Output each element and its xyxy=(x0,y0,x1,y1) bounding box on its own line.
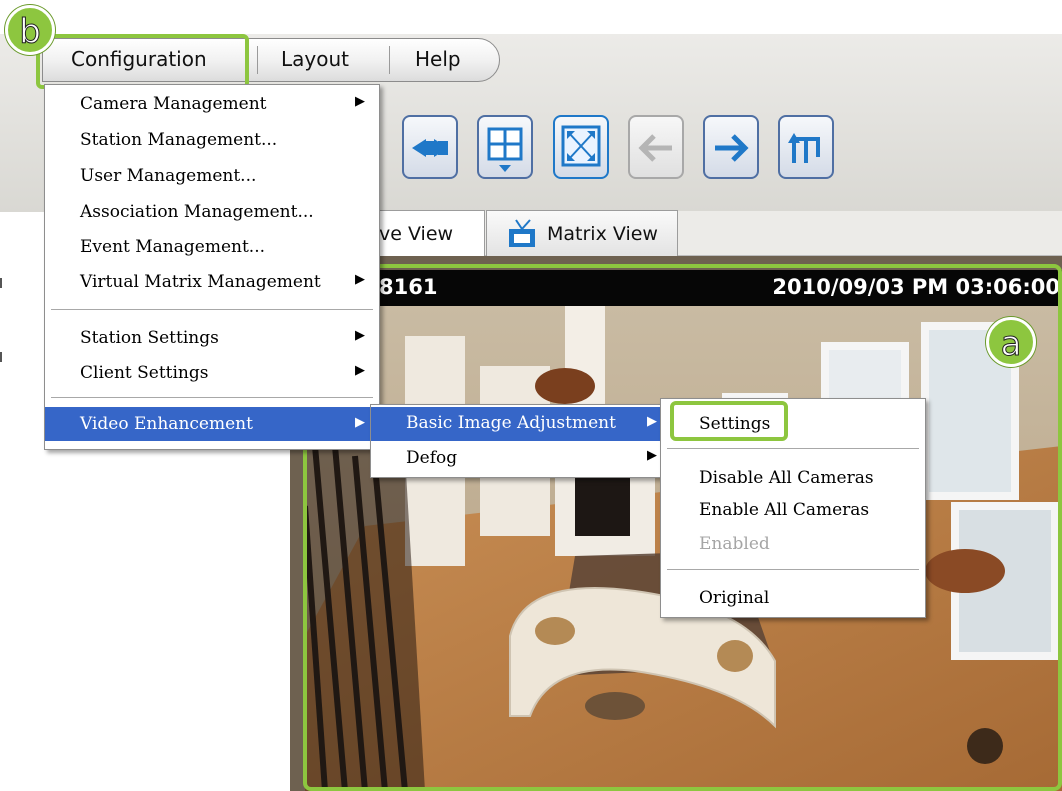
menu-help[interactable]: Help xyxy=(415,47,461,71)
menu-item-settings[interactable]: Settings xyxy=(661,409,925,439)
callout-badge-b: b xyxy=(5,5,55,55)
menu-item-defog[interactable]: Defog ▶ xyxy=(371,443,663,473)
menu-item-basic-image-adjustment[interactable]: Basic Image Adjustment ▶ xyxy=(371,407,663,441)
menu-item-event-management[interactable]: Event Management... xyxy=(45,232,379,262)
menu-item-enable-all-cameras[interactable]: Enable All Cameras xyxy=(661,495,925,525)
menu-item-station-management[interactable]: Station Management... xyxy=(45,125,379,155)
menu-item-user-management[interactable]: User Management... xyxy=(45,161,379,191)
menu-item-virtual-matrix-management[interactable]: Virtual Matrix Management ▶ xyxy=(45,267,379,297)
menubar-separator xyxy=(257,46,258,74)
rotate-button[interactable] xyxy=(778,115,834,179)
back-button[interactable] xyxy=(628,115,684,179)
menu-item-station-settings[interactable]: Station Settings ▶ xyxy=(45,323,379,353)
panel-edge-mark xyxy=(0,352,2,362)
submenu-arrow-icon: ▶ xyxy=(355,363,365,378)
video-header-bar: 8161 2010/09/03 PM 03:06:00 xyxy=(305,270,1062,306)
menu-layout[interactable]: Layout xyxy=(281,47,349,71)
menu-divider xyxy=(51,397,373,398)
menu-item-association-management[interactable]: Association Management... xyxy=(45,197,379,227)
submenu-arrow-icon: ▶ xyxy=(355,272,365,287)
submenu-arrow-icon: ▶ xyxy=(647,414,657,429)
callout-badge-a: a xyxy=(986,317,1036,367)
back-arrow-icon xyxy=(638,134,672,162)
forward-arrow-icon xyxy=(715,134,749,162)
menu-divider xyxy=(51,309,373,310)
menu-item-disable-all-cameras[interactable]: Disable All Cameras xyxy=(661,463,925,493)
menu-divider xyxy=(667,569,919,570)
video-enhancement-submenu: Basic Image Adjustment ▶ Defog ▶ xyxy=(370,404,664,478)
tab-live-view-label: ve View xyxy=(379,223,454,245)
submenu-arrow-icon: ▶ xyxy=(647,448,657,463)
camera-swap-icon xyxy=(412,139,448,157)
configuration-menu: Camera Management ▶ Station Management..… xyxy=(44,84,380,450)
rotate-icon xyxy=(788,133,820,163)
tab-matrix-view-label: Matrix View xyxy=(547,223,658,245)
forward-button[interactable] xyxy=(703,115,759,179)
menu-item-client-settings[interactable]: Client Settings ▶ xyxy=(45,358,379,388)
menubar-separator xyxy=(389,46,390,74)
layout-grid-button[interactable] xyxy=(477,115,533,179)
menu-item-camera-management[interactable]: Camera Management ▶ xyxy=(45,89,379,119)
fullscreen-button[interactable] xyxy=(553,115,609,179)
menu-item-video-enhancement[interactable]: Video Enhancement ▶ xyxy=(45,407,379,441)
menu-item-original[interactable]: Original xyxy=(661,583,925,613)
tv-icon xyxy=(509,219,535,247)
menu-divider xyxy=(667,448,919,449)
menu-item-enabled: Enabled xyxy=(699,534,770,554)
grid-layout-icon xyxy=(487,127,523,172)
fullscreen-icon xyxy=(561,125,601,167)
menu-configuration[interactable]: Configuration xyxy=(71,47,207,71)
submenu-arrow-icon: ▶ xyxy=(355,328,365,343)
video-timestamp: 2010/09/03 PM 03:06:00 xyxy=(772,275,1060,299)
camera-swap-button[interactable] xyxy=(402,115,458,179)
submenu-arrow-icon: ▶ xyxy=(355,94,365,109)
panel-edge-mark xyxy=(0,278,2,288)
submenu-arrow-icon: ▶ xyxy=(355,415,365,430)
basic-image-adjustment-submenu: Settings Disable All Cameras Enable All … xyxy=(660,398,926,618)
menubar: Configuration Layout Help xyxy=(42,38,500,82)
tab-matrix-view[interactable]: Matrix View xyxy=(486,210,678,256)
camera-id: 8161 xyxy=(379,275,438,299)
